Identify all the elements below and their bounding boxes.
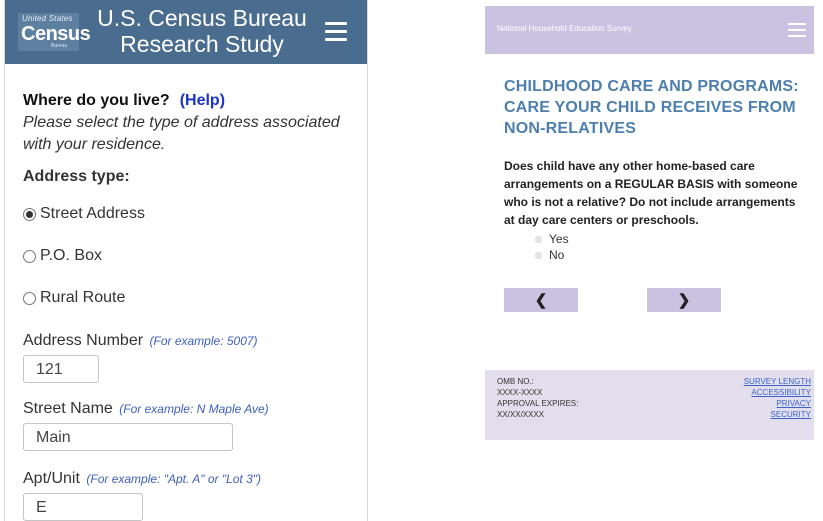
radio-yes[interactable]: Yes: [535, 231, 814, 247]
back-button[interactable]: ❮: [504, 288, 578, 312]
apt-unit-input[interactable]: E: [23, 493, 143, 521]
radio-empty-icon[interactable]: [535, 251, 542, 259]
next-button[interactable]: ❯: [647, 288, 721, 312]
radio-label: No: [549, 248, 565, 262]
survey-length-link[interactable]: SURVEY LENGTH: [744, 376, 811, 387]
radio-street-address[interactable]: Street Address: [23, 204, 349, 224]
address-number-label: Address Number (For example: 5007): [23, 332, 349, 350]
field-label-text: Apt/Unit: [23, 470, 80, 487]
radio-label: P.O. Box: [40, 247, 102, 264]
security-link[interactable]: SECURITY: [771, 409, 811, 420]
radio-empty-icon[interactable]: [23, 291, 36, 305]
field-example-hint: (For example: 5007): [149, 334, 258, 348]
census-form-panel: United States Census Bureau U.S. Census …: [4, 0, 368, 521]
census-logo: United States Census Bureau: [18, 13, 91, 51]
radio-po-box[interactable]: P.O. Box: [23, 246, 349, 266]
omb-value: XXXX-XXXX: [497, 388, 543, 397]
section-title: CHILDHOOD CARE AND PROGRAMS: CARE YOUR C…: [504, 78, 799, 137]
nhes-header-title: National Household Education Survey: [497, 24, 632, 33]
address-number-input[interactable]: 121: [23, 355, 99, 383]
logo-sub-text: Bureau: [51, 43, 68, 49]
nhes-header: National Household Education Survey: [485, 6, 814, 54]
apt-unit-label: Apt/Unit (For example: "Apt. A" or "Lot …: [23, 470, 349, 488]
radio-empty-icon[interactable]: [535, 235, 542, 243]
question-description: Please select the type of address associ…: [23, 114, 340, 153]
street-name-input[interactable]: Main: [23, 423, 233, 451]
radio-empty-icon[interactable]: [23, 249, 36, 263]
census-form-body: Where do you live? (Help) Please select t…: [5, 92, 367, 521]
radio-label: Yes: [549, 232, 569, 246]
question-heading: Where do you live? (Help): [23, 92, 349, 110]
census-header: United States Census Bureau U.S. Census …: [5, 0, 367, 64]
field-example-hint: (For example: "Apt. A" or "Lot 3"): [86, 472, 262, 486]
question-text: Where do you live?: [23, 92, 170, 109]
help-link[interactable]: (Help): [180, 92, 225, 109]
privacy-link[interactable]: PRIVACY: [776, 398, 811, 409]
field-label-text: Street Name: [23, 400, 113, 417]
radio-label: Rural Route: [40, 289, 126, 306]
chevron-right-icon: ❯: [677, 292, 691, 309]
field-example-hint: (For example: N Maple Ave): [119, 402, 269, 416]
address-type-label: Address type:: [23, 168, 130, 185]
nhes-survey-panel: National Household Education Survey CHIL…: [485, 6, 814, 440]
navigation-buttons: ❮ ❯: [485, 288, 814, 328]
radio-no[interactable]: No: [535, 247, 814, 263]
hamburger-menu-icon[interactable]: [788, 23, 806, 39]
survey-footer: OMB NO.: XXXX-XXXX APPROVAL EXPIRES: XX/…: [485, 370, 814, 440]
omb-label: OMB NO.:: [497, 377, 534, 386]
radio-label: Street Address: [40, 205, 145, 222]
chevron-left-icon: ❮: [534, 292, 548, 309]
radio-selected-icon[interactable]: [23, 207, 36, 221]
street-name-label: Street Name (For example: N Maple Ave): [23, 400, 349, 418]
survey-question: Does child have any other home-based car…: [504, 159, 798, 227]
field-label-text: Address Number: [23, 332, 144, 349]
radio-rural-route[interactable]: Rural Route: [23, 288, 349, 308]
hamburger-menu-icon[interactable]: [325, 22, 347, 42]
approval-value: XX/XX/XXXX: [497, 410, 545, 419]
accessibility-link[interactable]: ACCESSIBILITY: [751, 387, 811, 398]
census-header-title: U.S. Census Bureau Research Study: [97, 5, 307, 57]
logo-small-text: United States: [22, 14, 73, 23]
approval-label: APPROVAL EXPIRES:: [497, 399, 579, 408]
